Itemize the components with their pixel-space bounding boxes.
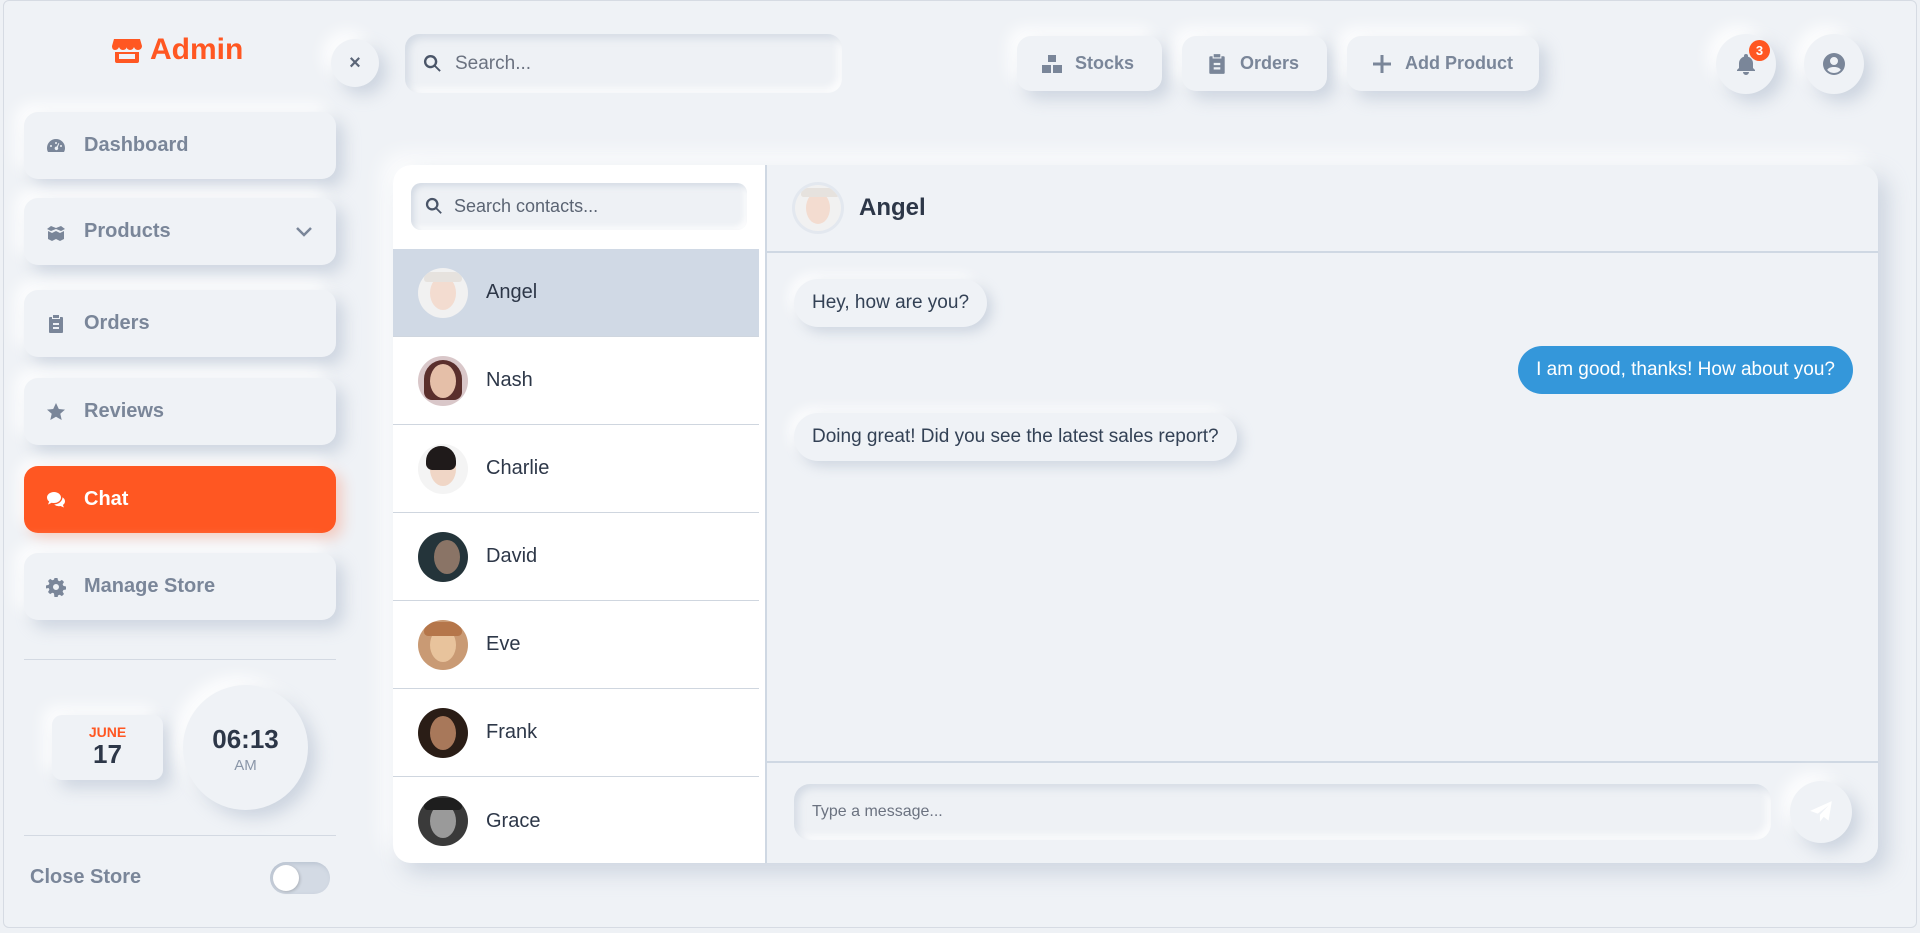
stocks-button-label: Stocks: [1075, 53, 1135, 73]
contact-item[interactable]: Grace: [393, 777, 759, 863]
message-input-wrapper[interactable]: [794, 784, 1771, 840]
conversation-pane: Angel Hey, how are you? I am good, thank…: [767, 165, 1878, 863]
sidebar-item-chat[interactable]: Chat: [24, 466, 336, 533]
sidebar-item-label: Chat: [84, 488, 129, 510]
sidebar-item-reviews[interactable]: Reviews: [24, 378, 336, 445]
contact-item[interactable]: Charlie: [393, 425, 759, 513]
contacts-list: Angel Nash Charlie David: [393, 165, 767, 863]
gear-icon: [46, 577, 66, 597]
message-composer: [767, 761, 1878, 863]
store-icon: [112, 39, 142, 63]
global-search-input[interactable]: [455, 52, 842, 75]
contact-item[interactable]: David: [393, 513, 759, 601]
orders-button-label: Orders: [1240, 53, 1300, 73]
search-icon: [425, 197, 442, 214]
sidebar-item-label: Reviews: [84, 400, 165, 422]
avatar: [418, 707, 468, 758]
contact-name: Eve: [486, 633, 521, 655]
brand-logo[interactable]: Admin: [112, 32, 243, 68]
contact-name: Grace: [486, 809, 541, 832]
date-card: JUNE 17: [52, 715, 163, 780]
date-month: JUNE: [88, 724, 127, 740]
contact-search-input[interactable]: [454, 183, 734, 230]
brand-name: Admin: [150, 33, 244, 66]
message-outgoing: I am good, thanks! How about you?: [1518, 346, 1853, 394]
contact-name: Charlie: [486, 457, 550, 479]
notifications-button[interactable]: 3: [1716, 34, 1776, 94]
close-store-toggle[interactable]: [270, 862, 330, 894]
star-icon: [47, 402, 65, 420]
contact-name: David: [486, 545, 538, 567]
conversation-contact-name: Angel: [859, 194, 926, 221]
message-incoming: Hey, how are you?: [794, 279, 988, 327]
sidebar-item-orders[interactable]: Orders: [24, 290, 336, 357]
avatar: [795, 185, 841, 231]
avatar: [418, 267, 468, 318]
sidebar-divider: [24, 835, 336, 836]
contact-name: Angel: [486, 281, 538, 303]
contact-search[interactable]: [411, 183, 747, 230]
sidebar-item-label: Orders: [84, 312, 150, 334]
boxes-icon: [47, 225, 65, 241]
global-search[interactable]: [405, 34, 842, 93]
clock-time: 06:13: [212, 724, 279, 754]
send-button[interactable]: [1790, 781, 1852, 843]
contact-item[interactable]: Nash: [393, 337, 759, 425]
avatar: [418, 531, 468, 582]
gauge-icon: [47, 138, 65, 152]
message-incoming: Doing great! Did you see the latest sale…: [794, 413, 1237, 461]
sidebar-item-products[interactable]: Products: [24, 198, 336, 265]
chevron-down-icon[interactable]: [294, 222, 314, 242]
notification-badge: 3: [1749, 40, 1770, 61]
avatar: [418, 796, 468, 846]
search-icon: [423, 54, 441, 72]
clock-ampm: AM: [234, 757, 257, 774]
avatar: [418, 443, 468, 494]
sidebar-item-manage-store[interactable]: Manage Store: [24, 553, 336, 620]
user-menu-button[interactable]: [1804, 34, 1864, 94]
comments-icon: [47, 491, 65, 507]
plus-icon: [1373, 54, 1391, 73]
sidebar-item-label: Dashboard: [84, 134, 189, 156]
message-input[interactable]: [812, 784, 1752, 840]
contact-item[interactable]: Eve: [393, 601, 759, 689]
contact-item[interactable]: Frank: [393, 689, 759, 777]
cubes-icon: [1042, 54, 1062, 73]
sidebar-divider: [24, 659, 336, 660]
paper-plane-icon: [1810, 801, 1832, 822]
avatar: [418, 355, 468, 406]
contact-item[interactable]: Angel: [393, 249, 759, 337]
contact-name: Nash: [486, 369, 533, 391]
user-circle-icon: [1823, 53, 1845, 75]
sidebar-item-dashboard[interactable]: Dashboard: [24, 112, 336, 179]
clipboard-icon: [1209, 53, 1225, 74]
clipboard-icon: [49, 314, 63, 333]
avatar: [418, 619, 468, 670]
conversation-header: Angel: [767, 165, 1878, 253]
contact-name: Frank: [486, 721, 538, 743]
close-store-label: Close Store: [30, 866, 142, 888]
toggle-knob: [273, 865, 299, 891]
date-day: 17: [93, 739, 122, 769]
stocks-button[interactable]: Stocks: [1017, 36, 1162, 91]
add-product-button-label: Add Product: [1405, 53, 1513, 73]
sidebar-item-label: Products: [84, 220, 171, 242]
clock-widget: 06:13 AM: [183, 685, 308, 810]
orders-button[interactable]: Orders: [1182, 36, 1327, 91]
add-product-button[interactable]: Add Product: [1347, 36, 1539, 91]
sidebar-item-label: Manage Store: [84, 575, 216, 597]
chat-panel: Angel Nash Charlie David: [393, 165, 1878, 863]
close-sidebar-button[interactable]: ×: [331, 39, 379, 87]
